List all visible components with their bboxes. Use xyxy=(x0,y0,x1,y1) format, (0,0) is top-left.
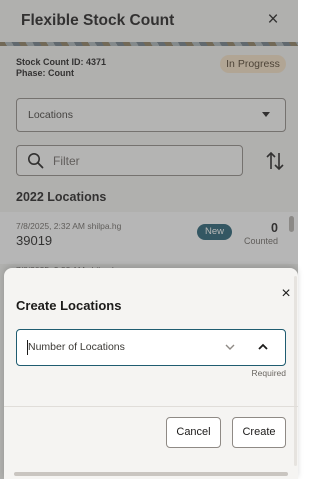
cancel-button[interactable]: Cancel xyxy=(166,417,221,448)
number-of-locations-field[interactable]: Number of Locations xyxy=(16,329,286,366)
create-locations-sheet: Create Locations × Number of Locations R… xyxy=(4,268,298,479)
chevron-up-icon[interactable] xyxy=(257,342,269,352)
close-icon[interactable]: × xyxy=(278,286,294,302)
required-hint: Required xyxy=(251,368,287,378)
horizontal-scrollbar[interactable] xyxy=(14,472,288,476)
number-of-locations-label: Number of Locations xyxy=(28,341,125,353)
chevron-down-icon[interactable] xyxy=(224,342,236,352)
sheet-scrollbar[interactable] xyxy=(294,276,297,466)
create-button[interactable]: Create xyxy=(232,417,286,448)
divider xyxy=(4,406,298,407)
sheet-title: Create Locations xyxy=(16,298,122,313)
